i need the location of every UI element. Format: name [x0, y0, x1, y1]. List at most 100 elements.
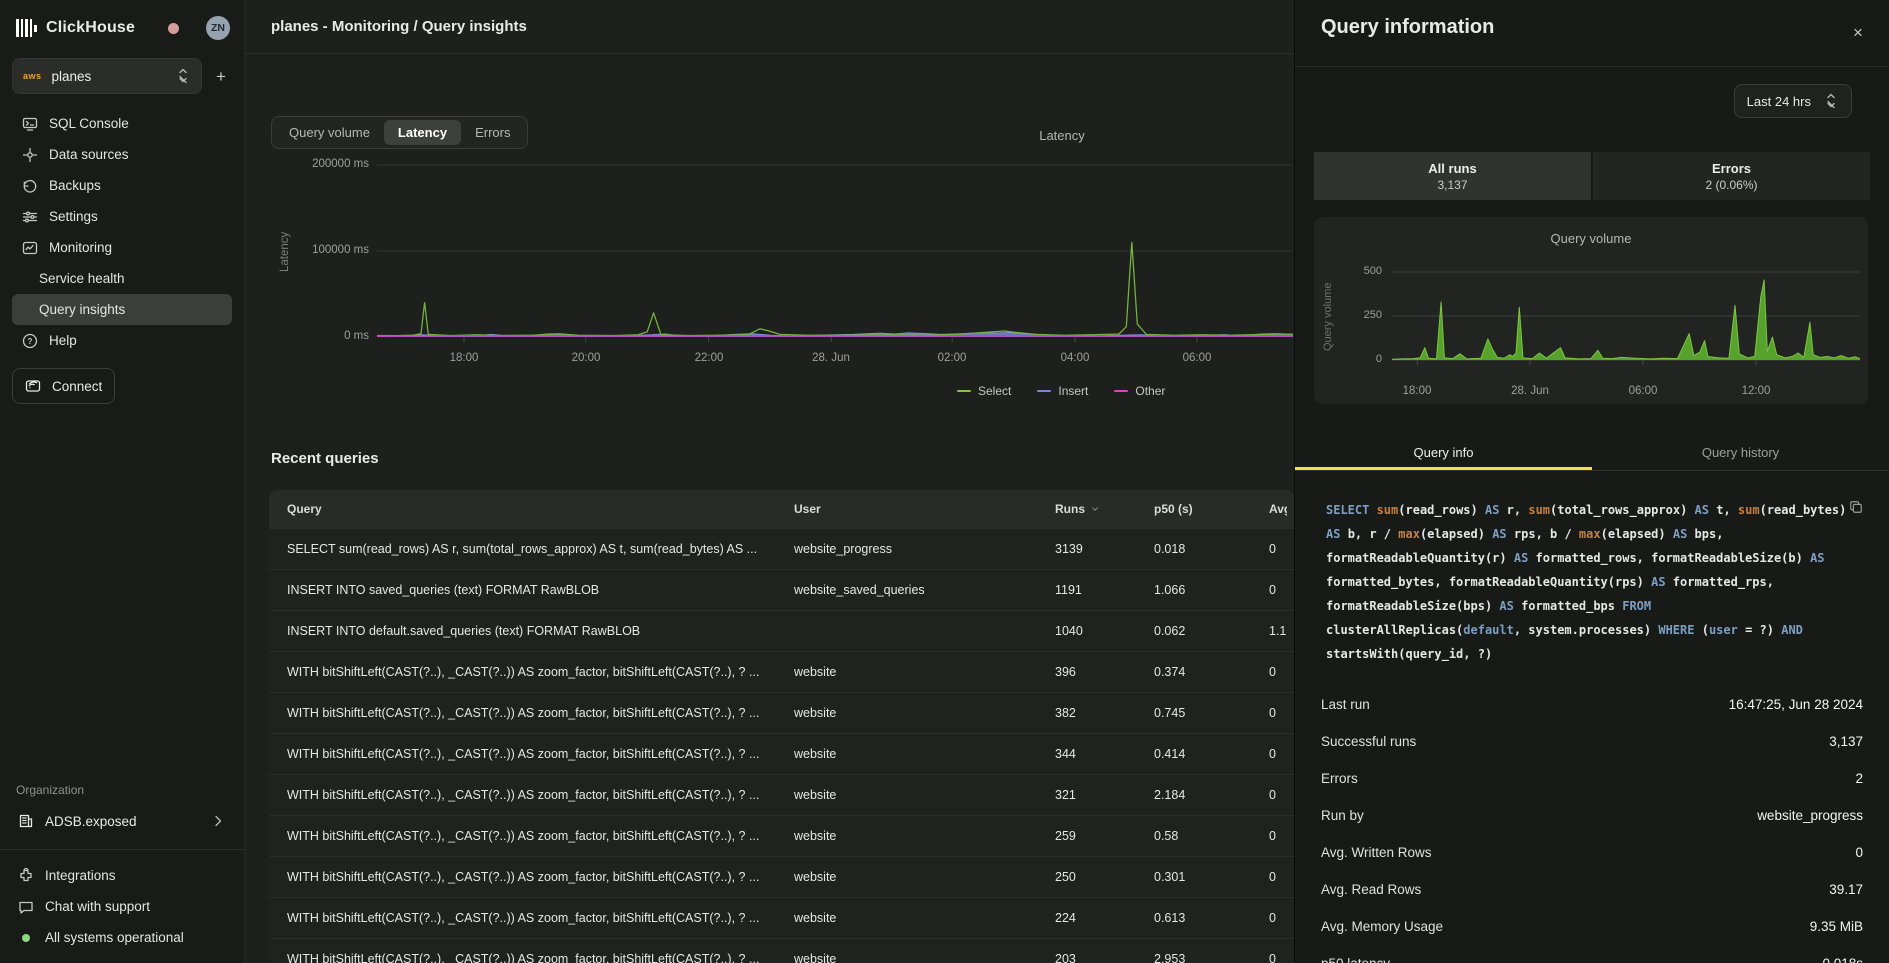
cell-p50: 0.062 [1154, 624, 1269, 638]
sidebar-item-label: Query insights [39, 302, 125, 317]
sidebar-item-service-health[interactable]: Service health [12, 263, 232, 294]
tab-errors[interactable]: Errors [461, 120, 524, 145]
sql-token: AS [1810, 551, 1824, 565]
sql-token: default [1463, 623, 1514, 637]
time-range-select[interactable]: Last 24 hrs [1734, 84, 1852, 118]
recent-queries-title: Recent queries [271, 450, 379, 467]
stat-label: Avg. Written Rows [1321, 845, 1432, 860]
sidebar-item-label: Data sources [49, 147, 129, 162]
sql-token: sum [1528, 503, 1550, 517]
cell-query: WITH bitShiftLeft(CAST(?..), _CAST(?..))… [287, 665, 794, 679]
x-tick-label: 06:00 [1183, 352, 1212, 364]
legend-item-insert[interactable]: Insert [1037, 384, 1088, 398]
column-header-user: User [794, 502, 1055, 516]
cell-query: WITH bitShiftLeft(CAST(?..), _CAST(?..))… [287, 788, 794, 802]
tab-query-info[interactable]: Query info [1295, 434, 1592, 470]
close-icon[interactable]: × [1845, 20, 1871, 46]
y-tick-label: 100000 ms [312, 244, 369, 256]
cell-p50: 0.58 [1154, 829, 1269, 843]
toggle-errors[interactable]: Errors 2 (0.06%) [1593, 152, 1870, 200]
y-tick-label: 250 [1364, 309, 1382, 321]
table-row[interactable]: WITH bitShiftLeft(CAST(?..), _CAST(?..))… [269, 774, 1294, 815]
table-row[interactable]: WITH bitShiftLeft(CAST(?..), _CAST(?..))… [269, 815, 1294, 856]
sidebar: ClickHouse ZN aws planes + SQL ConsoleDa… [0, 0, 245, 963]
sidebar-item-settings[interactable]: Settings [12, 201, 232, 232]
organization-switcher[interactable]: ADSB.exposed [12, 805, 232, 837]
sidebar-item-data-sources[interactable]: Data sources [12, 139, 232, 170]
y-tick-label: 200000 ms [312, 158, 369, 170]
stat-row-avg-written-rows: Avg. Written Rows0 [1321, 834, 1863, 871]
workspace-selector[interactable]: aws planes [12, 58, 202, 94]
toggle-all-runs[interactable]: All runs 3,137 [1314, 152, 1591, 200]
copy-icon[interactable] [1849, 500, 1863, 514]
table-row[interactable]: WITH bitShiftLeft(CAST(?..), _CAST(?..))… [269, 897, 1294, 938]
cell-avg: 1.15 [1269, 624, 1287, 638]
sql-token: AND [1781, 623, 1803, 637]
query-volume-card: Query volume Query volume 0250500 18:002… [1314, 217, 1868, 404]
cell-avg: 0 [1269, 911, 1287, 925]
sidebar-item-label: SQL Console [49, 116, 129, 131]
column-header-p50: p50 (s) [1154, 502, 1269, 516]
table-row[interactable]: WITH bitShiftLeft(CAST(?..), _CAST(?..))… [269, 938, 1294, 963]
connect-label: Connect [52, 379, 102, 394]
sidebar-item-query-insights[interactable]: Query insights [12, 294, 232, 325]
stat-value: website_progress [1757, 808, 1863, 823]
chevron-updown-icon [175, 68, 191, 84]
sidebar-item-label: Monitoring [49, 240, 112, 255]
sidebar-item-chat-with-support[interactable]: Chat with support [0, 891, 244, 922]
query-volume-x-ticks: 18:0028. Jun06:0012:00 [1392, 385, 1860, 399]
x-tick-label: 22:00 [695, 352, 724, 364]
query-volume-chart [1392, 257, 1860, 369]
stat-value: 39.17 [1829, 882, 1863, 897]
cell-avg: 0 [1269, 706, 1287, 720]
sort-desc-icon [1090, 504, 1100, 514]
sql-token: AS [1326, 527, 1348, 541]
x-tick-label: 20:00 [572, 352, 601, 364]
sql-token: AS [1651, 575, 1673, 589]
main-content: planes - Monitoring / Query insights Que… [245, 0, 1294, 963]
sql-token: rps, b / [1514, 527, 1579, 541]
table-row[interactable]: SELECT sum(read_rows) AS r, sum(total_ro… [269, 528, 1294, 569]
legend-label: Insert [1058, 384, 1088, 398]
tab-query-history[interactable]: Query history [1592, 434, 1889, 470]
stat-label: Last run [1321, 697, 1370, 712]
sidebar-item-all-systems-operational[interactable]: All systems operational [0, 922, 244, 953]
tab-latency[interactable]: Latency [384, 120, 461, 145]
sql-token: = ?) [1738, 623, 1781, 637]
legend-item-select[interactable]: Select [957, 384, 1011, 398]
add-service-button[interactable]: + [210, 68, 232, 85]
cell-user: website_saved_queries [794, 583, 1055, 597]
table-row[interactable]: WITH bitShiftLeft(CAST(?..), _CAST(?..))… [269, 733, 1294, 774]
errors-label: Errors [1712, 161, 1751, 176]
monitoring-icon [22, 240, 38, 256]
sidebar-item-backups[interactable]: Backups [12, 170, 232, 201]
sidebar-item-help[interactable]: ?Help [12, 325, 232, 356]
data-sources-icon [22, 147, 38, 163]
column-header-runs[interactable]: Runs [1055, 502, 1154, 516]
cell-avg: 0 [1269, 870, 1287, 884]
cell-p50: 0.613 [1154, 911, 1269, 925]
cell-runs: 224 [1055, 911, 1154, 925]
tab-query-volume[interactable]: Query volume [275, 120, 384, 145]
table-row[interactable]: WITH bitShiftLeft(CAST(?..), _CAST(?..))… [269, 856, 1294, 897]
table-row[interactable]: WITH bitShiftLeft(CAST(?..), _CAST(?..))… [269, 651, 1294, 692]
app-root: ClickHouse ZN aws planes + SQL ConsoleDa… [0, 0, 1889, 963]
legend-item-other[interactable]: Other [1114, 384, 1165, 398]
connect-button[interactable]: Connect [12, 368, 115, 404]
sql-code-block: SELECT sum(read_rows) AS r, sum(total_ro… [1326, 498, 1849, 666]
sql-token: AS [1485, 503, 1507, 517]
table-row[interactable]: INSERT INTO saved_queries (text) FORMAT … [269, 569, 1294, 610]
x-tick-label: 18:00 [450, 352, 479, 364]
stat-label: Run by [1321, 808, 1364, 823]
avatar[interactable]: ZN [206, 16, 230, 40]
query-stats-list: Last run16:47:25, Jun 28 2024Successful … [1321, 686, 1863, 963]
table-row[interactable]: INSERT INTO default.saved_queries (text)… [269, 610, 1294, 651]
table-row[interactable]: WITH bitShiftLeft(CAST(?..), _CAST(?..))… [269, 692, 1294, 733]
cell-runs: 382 [1055, 706, 1154, 720]
sidebar-item-monitoring[interactable]: Monitoring [12, 232, 232, 263]
legend-label: Select [978, 384, 1011, 398]
sidebar-footer: IntegrationsChat with supportAll systems… [0, 860, 244, 953]
x-tick-label: 18:00 [1403, 385, 1432, 397]
sidebar-item-sql-console[interactable]: SQL Console [12, 108, 232, 139]
sidebar-item-integrations[interactable]: Integrations [0, 860, 244, 891]
